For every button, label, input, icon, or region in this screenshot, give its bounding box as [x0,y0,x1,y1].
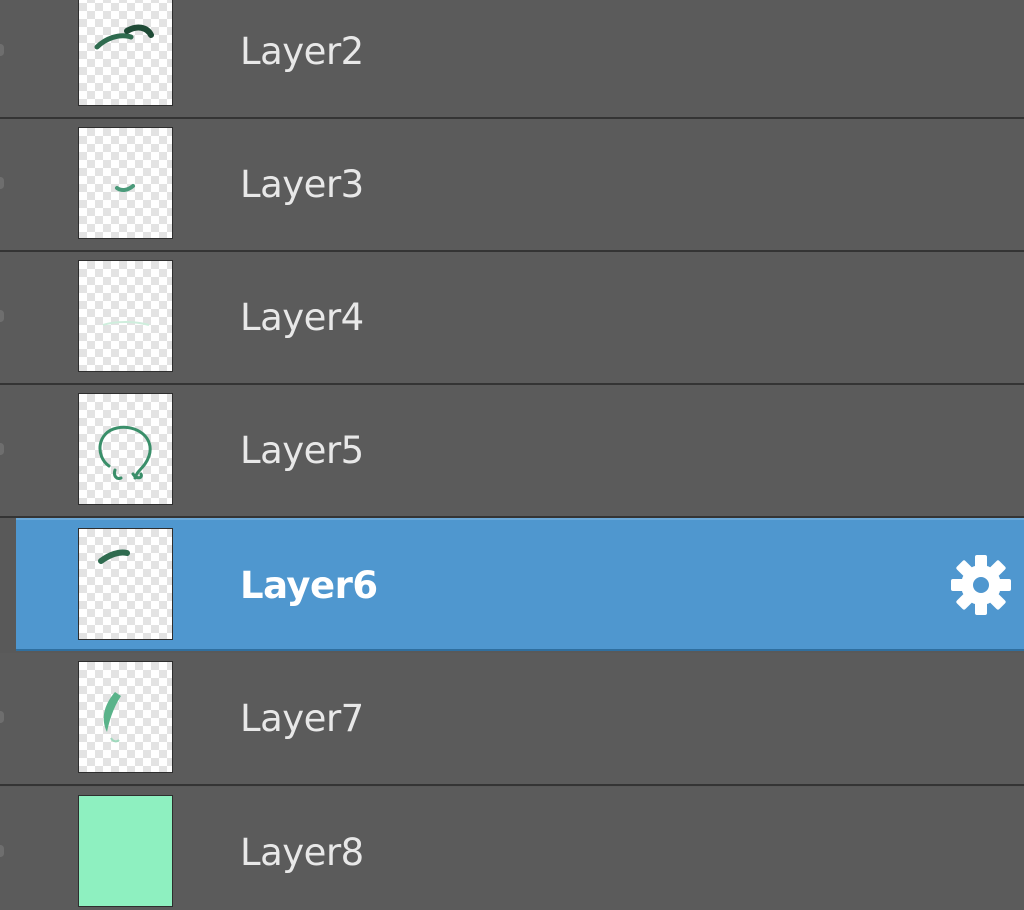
layer-thumbnail [78,0,173,106]
layer-thumbnail [78,528,173,640]
layer-name: Layer4 [240,296,364,339]
visibility-toggle-icon[interactable] [0,310,4,322]
layer-name: Layer8 [240,831,364,874]
layer-row-layer2[interactable]: Layer2 [0,0,1024,119]
layer-row-layer7[interactable]: Layer7 [0,653,1024,786]
layer-thumbnail [78,795,173,907]
visibility-toggle-icon[interactable] [0,845,4,857]
visibility-toggle-icon[interactable] [0,44,4,56]
layer-row-layer4[interactable]: Layer4 [0,252,1024,385]
layer-thumbnail [78,127,173,239]
layer-thumbnail [78,260,173,372]
layer-row-layer6[interactable]: Layer6 [16,518,1024,651]
layer-thumbnail [78,661,173,773]
layer-row-layer3[interactable]: Layer3 [0,119,1024,252]
layers-panel: Layer2 Layer3 Layer4 Layer5 Layer6 Layer… [0,0,1024,910]
layer-name: Layer6 [240,564,378,607]
gear-icon[interactable] [948,552,1014,618]
visibility-toggle-icon[interactable] [0,711,4,723]
layer-name: Layer3 [240,163,364,206]
visibility-toggle-icon[interactable] [0,443,4,455]
layer-row-layer8[interactable]: Layer8 [0,787,1024,910]
layer-row-layer5[interactable]: Layer5 [0,385,1024,518]
visibility-toggle-icon[interactable] [0,177,4,189]
layer-thumbnail [78,393,173,505]
layer-name: Layer7 [240,697,364,740]
layer-name: Layer5 [240,429,364,472]
layer-name: Layer2 [240,30,364,73]
